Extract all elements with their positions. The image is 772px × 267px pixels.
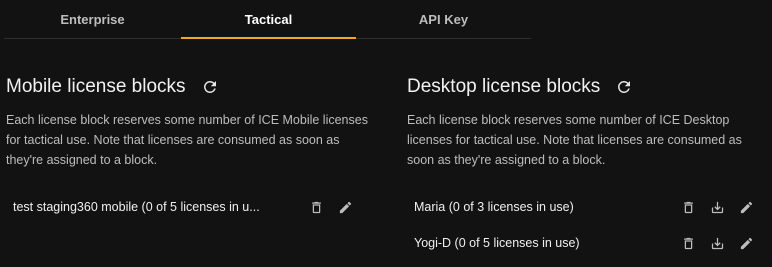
delete-icon[interactable] xyxy=(679,234,697,252)
section-title: Mobile license blocks xyxy=(6,76,186,97)
tab-bar: Enterprise Tactical API Key xyxy=(4,0,531,39)
tab-label: Enterprise xyxy=(60,11,125,27)
active-tab-indicator xyxy=(181,37,356,39)
edit-icon[interactable] xyxy=(737,198,755,216)
list-item[interactable]: Maria (0 of 3 licenses in use) xyxy=(414,193,759,221)
refresh-icon[interactable] xyxy=(200,77,220,97)
license-block-label: test staging360 mobile (0 of 5 licenses … xyxy=(13,200,260,214)
delete-icon[interactable] xyxy=(307,198,325,216)
list-item[interactable]: test staging360 mobile (0 of 5 licenses … xyxy=(13,193,358,221)
list-item[interactable]: Yogi-D (0 of 5 licenses in use) xyxy=(414,229,759,257)
tab-label: API Key xyxy=(418,11,469,27)
tab-label: Tactical xyxy=(244,11,293,27)
download-icon[interactable] xyxy=(708,234,726,252)
section-header: Mobile license blocks xyxy=(6,72,220,102)
license-block-label: Yogi-D (0 of 5 licenses in use) xyxy=(414,236,580,250)
section-description: Each license block reserves some number … xyxy=(6,113,368,167)
mobile-license-section: Mobile license blocks xyxy=(6,72,220,102)
section-title: Desktop license blocks xyxy=(407,76,601,97)
edit-icon[interactable] xyxy=(336,198,354,216)
desktop-license-section: Desktop license blocks xyxy=(407,72,634,102)
section-header: Desktop license blocks xyxy=(407,72,634,102)
tab-api-key[interactable]: API Key xyxy=(356,0,531,38)
tab-tactical[interactable]: Tactical xyxy=(181,0,356,39)
tab-enterprise[interactable]: Enterprise xyxy=(4,0,181,38)
section-description: Each license block reserves some number … xyxy=(407,113,742,167)
refresh-icon[interactable] xyxy=(614,77,634,97)
license-block-label: Maria (0 of 3 licenses in use) xyxy=(414,200,574,214)
delete-icon[interactable] xyxy=(679,198,697,216)
edit-icon[interactable] xyxy=(737,234,755,252)
download-icon[interactable] xyxy=(708,198,726,216)
